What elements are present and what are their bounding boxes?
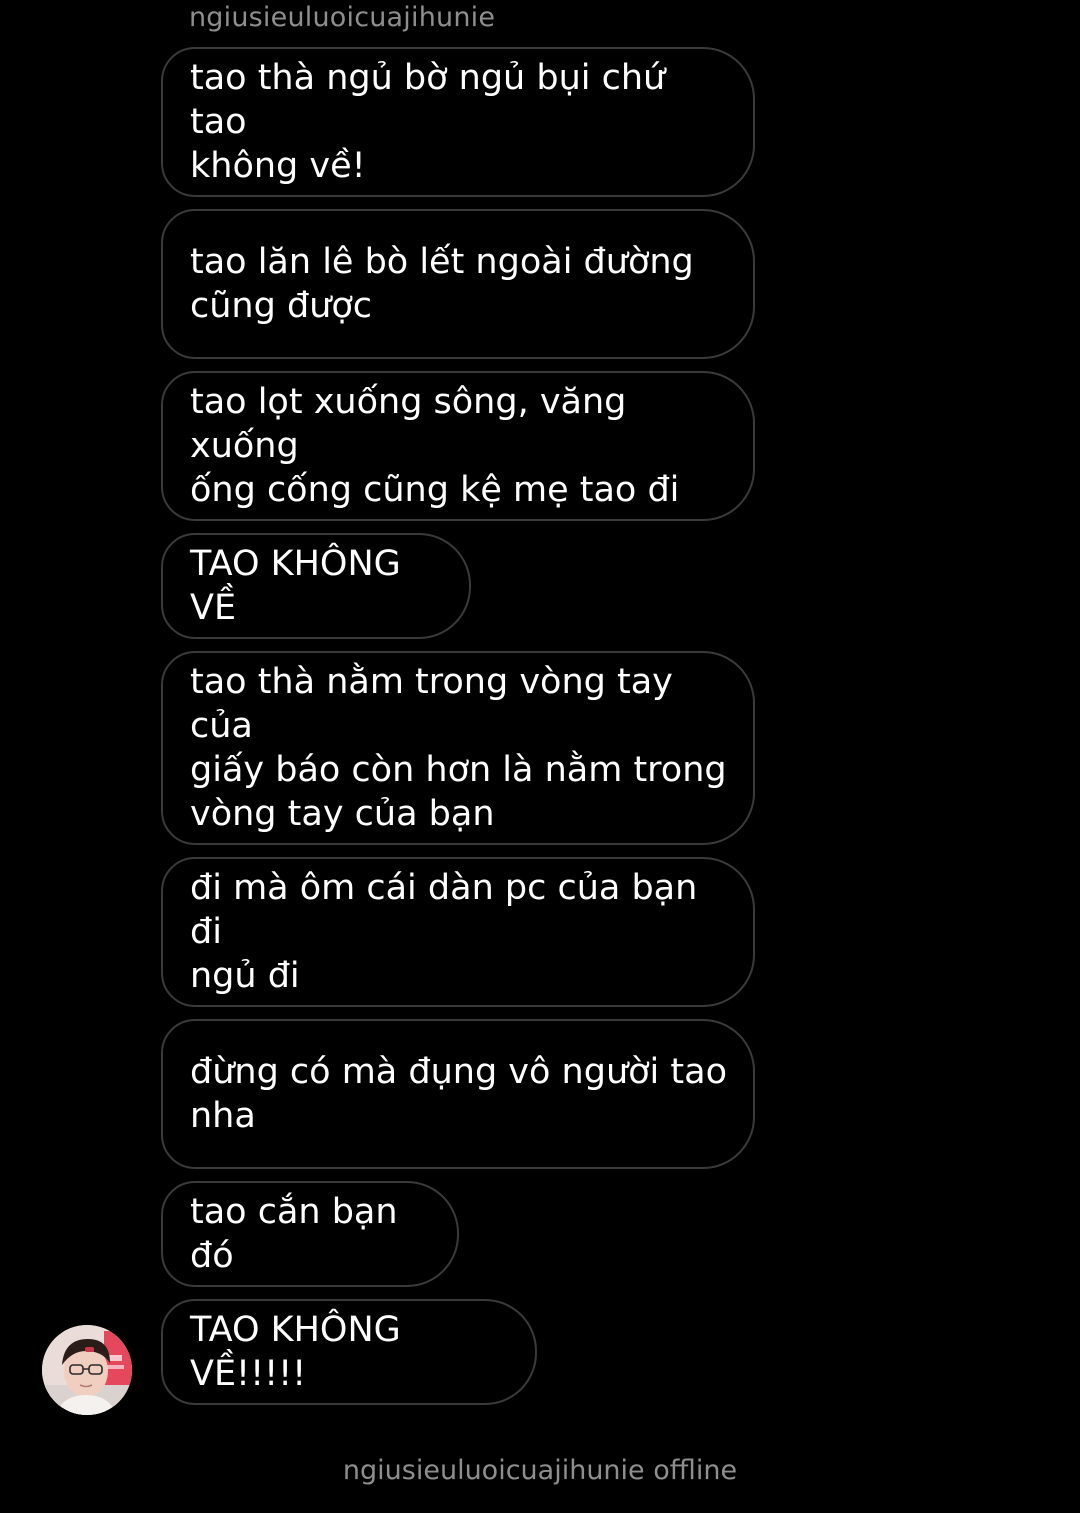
message-bubble[interactable]: tao cắn bạn đó <box>161 1181 459 1287</box>
message-bubble[interactable]: đừng có mà đụng vô người tao nha <box>161 1019 755 1169</box>
message-bubble[interactable]: TAO KHÔNG VỀ <box>161 533 471 639</box>
message-bubble[interactable]: tao lăn lê bò lết ngoài đường cũng được <box>161 209 755 359</box>
message-text: đừng có mà đụng vô người tao nha <box>190 1052 727 1136</box>
presence-status: ngiusieuluoicuajihunie offline <box>342 1455 738 1486</box>
message-text: tao lọt xuống sông, văng xuống ống cống … <box>190 382 680 510</box>
message-text: tao thà nằm trong vòng tay của giấy báo … <box>190 662 727 834</box>
message-text: TAO KHÔNG VỀ!!!!! <box>190 1310 401 1394</box>
sender-avatar[interactable] <box>42 1325 132 1415</box>
avatar-photo-icon <box>42 1325 132 1415</box>
sender-name: ngiusieuluoicuajihunie <box>189 2 496 33</box>
message-bubble[interactable]: tao thà nằm trong vòng tay của giấy báo … <box>161 651 755 845</box>
message-text: tao thà ngủ bờ ngủ bụi chứ tao không về! <box>190 58 666 186</box>
message-text: đi mà ôm cái dàn pc của bạn đi ngủ đi <box>190 868 698 996</box>
message-text: tao lăn lê bò lết ngoài đường cũng được <box>190 242 694 326</box>
message-text: tao cắn bạn đó <box>190 1192 398 1276</box>
message-bubble[interactable]: đi mà ôm cái dàn pc của bạn đi ngủ đi <box>161 857 755 1007</box>
message-text: TAO KHÔNG VỀ <box>190 544 401 628</box>
message-bubble[interactable]: tao lọt xuống sông, văng xuống ống cống … <box>161 371 755 521</box>
message-bubble[interactable]: tao thà ngủ bờ ngủ bụi chứ tao không về! <box>161 47 755 197</box>
message-bubble[interactable]: TAO KHÔNG VỀ!!!!! <box>161 1299 537 1405</box>
